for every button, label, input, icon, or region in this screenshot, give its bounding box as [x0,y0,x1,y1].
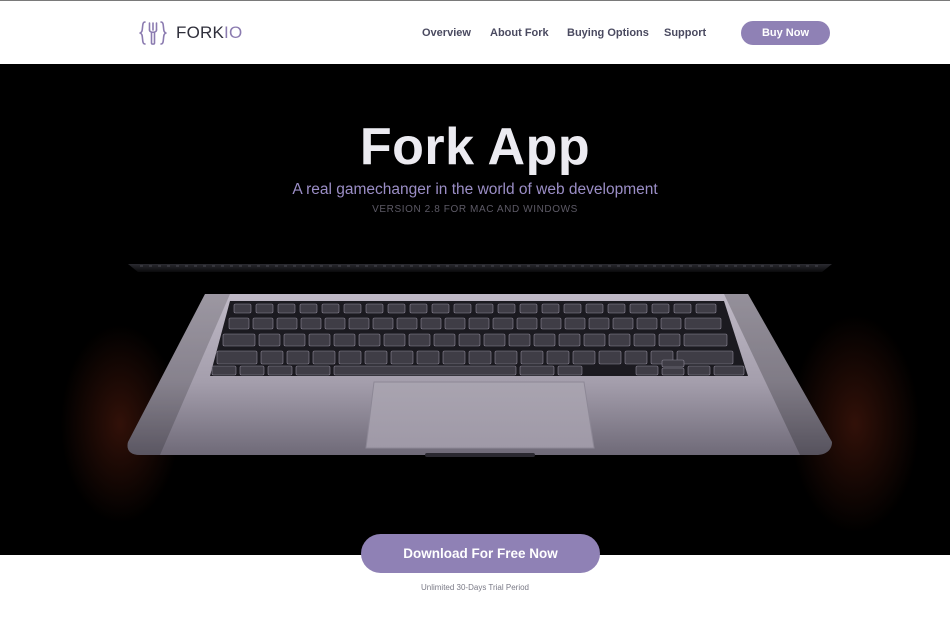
trial-period-note: Unlimited 30-Days Trial Period [420,583,530,592]
laptop-keyboard-image [127,264,832,457]
brand-logo[interactable]: FORKIO [139,19,242,47]
nav-link-overview[interactable]: Overview [422,25,471,41]
hero-version: VERSION 2.8 FOR MAC AND WINDOWS [372,204,578,215]
brand-name-primary: FORK [176,23,225,42]
nav-link-buying-options[interactable]: Buying Options [567,25,649,41]
site-header: FORKIO Overview About Fork Buying Option… [0,0,950,64]
hero-title: Fork App [359,118,591,176]
buy-now-button[interactable]: Buy Now [741,21,830,45]
download-free-button[interactable]: Download For Free Now [361,534,600,573]
nav-link-about-fork[interactable]: About Fork [490,25,549,41]
nav-link-support[interactable]: Support [664,25,706,41]
brand-name: FORKIO [176,19,242,47]
hero-subtitle: A real gamechanger in the world of web d… [292,181,658,198]
hero-section: Fork App A real gamechanger in the world… [0,64,950,555]
fork-brackets-logo-icon [139,21,167,45]
brand-name-secondary: IO [224,23,243,42]
